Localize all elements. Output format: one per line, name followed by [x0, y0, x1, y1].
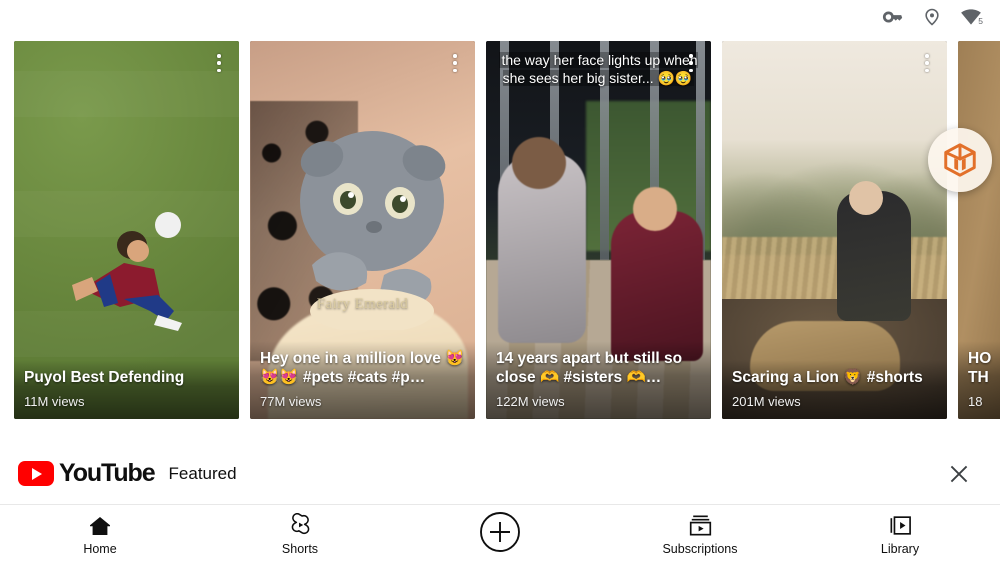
subscriptions-icon [688, 513, 713, 538]
youtube-wordmark: YouTube [59, 459, 156, 487]
shorts-icon [288, 512, 313, 538]
card-title: Hey one in a million love 😻😻😻 #pets #cat… [260, 349, 465, 387]
youtube-logo[interactable]: YouTube [18, 459, 156, 488]
card-views: 201M views [732, 394, 801, 409]
create-plus-icon [479, 509, 521, 555]
nav-item-label: Shorts [281, 541, 319, 556]
nav-item-subscriptions[interactable]: Subscriptions [600, 505, 800, 563]
card-more-options-button[interactable] [683, 51, 699, 75]
card-views: 122M views [496, 394, 565, 409]
wifi-icon: 5 [960, 8, 983, 26]
video-overlay-caption-text: the way her face lights up when she sees… [499, 52, 698, 87]
youtube-shorts-shelf-screen: 5 Puyol Best Defending 11M views Fairy E… [0, 0, 1000, 563]
card-views: 18 [968, 394, 983, 409]
library-icon [888, 513, 913, 538]
card-title: HO TH [968, 349, 992, 387]
home-icon [88, 513, 112, 538]
nav-item-create[interactable] [400, 505, 600, 563]
bottom-navigation-bar[interactable]: Home Shorts Subscriptions Library [0, 505, 1000, 563]
nav-item-label: Home [83, 541, 117, 556]
card-title: 14 years apart but still so close 🫶 #sis… [496, 349, 683, 387]
wifi-badge: 5 [978, 16, 983, 26]
nav-item-label: Subscriptions [662, 541, 738, 556]
card-title: Puyol Best Defending [24, 369, 185, 387]
nav-item-label: Library [880, 541, 920, 556]
shorts-card[interactable]: Scaring a Lion 🦁 #shorts 201M views [722, 41, 947, 419]
youtube-play-icon [18, 461, 54, 486]
featured-promo-bar: YouTube Featured [0, 443, 1000, 505]
shorts-card[interactable]: Puyol Best Defending 11M views [14, 41, 239, 419]
card-more-options-button[interactable] [447, 51, 463, 75]
location-pin-icon [922, 7, 942, 27]
featured-label: Featured [168, 463, 237, 483]
close-icon [950, 465, 968, 482]
card-title: Scaring a Lion 🦁 #shorts [732, 369, 923, 387]
card-more-options-button[interactable] [919, 51, 935, 75]
nav-item-shorts[interactable]: Shorts [200, 505, 400, 563]
card-meta: Puyol Best Defending 11M views [14, 360, 239, 419]
nav-item-home[interactable]: Home [0, 505, 200, 563]
shorts-shelf[interactable]: Puyol Best Defending 11M views Fairy Eme… [0, 41, 1000, 421]
card-meta: HO TH 18 [958, 340, 1000, 419]
video-overlay-caption: the way her face lights up when she sees… [494, 51, 703, 88]
card-views: 77M views [260, 394, 322, 409]
card-views: 11M views [24, 394, 85, 409]
card-meta: 14 years apart but still so close 🫶 #sis… [486, 340, 711, 419]
status-bar: 5 [0, 0, 1000, 34]
shorts-card[interactable]: the way her face lights up when she sees… [486, 41, 711, 419]
close-button[interactable] [942, 457, 976, 491]
shorts-card[interactable]: HO TH 18 [958, 41, 1000, 419]
video-watermark: Fairy Emerald [316, 296, 409, 312]
card-meta: Scaring a Lion 🦁 #shorts 201M views [722, 360, 947, 419]
card-meta: Hey one in a million love 😻😻😻 #pets #cat… [250, 340, 475, 419]
floating-brand-badge[interactable] [928, 128, 992, 192]
decorative-player-figure [72, 212, 182, 331]
brand-cube-logo-icon [944, 143, 976, 177]
nav-item-library[interactable]: Library [800, 505, 1000, 563]
card-more-options-button[interactable] [211, 51, 227, 75]
shorts-card[interactable]: Fairy Emerald Hey one in a million love … [250, 41, 475, 419]
vpn-key-icon [882, 6, 904, 28]
